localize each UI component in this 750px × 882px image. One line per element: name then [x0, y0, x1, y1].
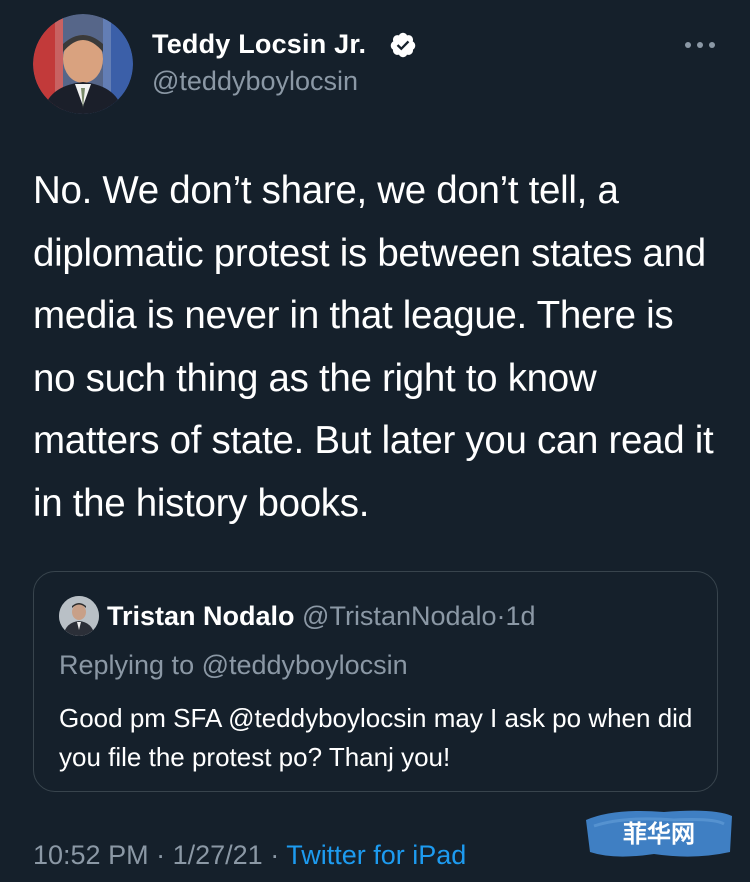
svg-text:菲华网: 菲华网	[623, 820, 695, 848]
quoted-tweet[interactable]: Tristan Nodalo @TristanNodalo·1d Replyin…	[33, 571, 718, 792]
meta-separator: ·	[496, 601, 506, 631]
footer-separator: ·	[156, 840, 166, 870]
quoted-tweet-age: 1d	[505, 601, 536, 631]
tweet-text: No. We don’t share, we don’t tell, a dip…	[33, 169, 714, 525]
watermark-logo: 菲华网	[586, 810, 732, 857]
tweet-date[interactable]: 1/27/21	[173, 840, 263, 870]
tweet-card: Teddy Locsin Jr. @teddyboylocsin No. We …	[0, 0, 750, 882]
quoted-tweet-text: Good pm SFA @teddyboylocsin may I ask po…	[59, 703, 693, 772]
quoted-author-name[interactable]: Tristan Nodalo	[107, 601, 295, 631]
tweet-footer: 10:52 PM · 1/27/21 · Twitter for iPad	[33, 840, 466, 871]
author-avatar[interactable]	[33, 14, 133, 114]
author-name[interactable]: Teddy Locsin Jr.	[152, 29, 366, 60]
quoted-author-avatar[interactable]	[59, 596, 99, 636]
quoted-tweet-meta: Tristan Nodalo @TristanNodalo·1d	[107, 601, 536, 632]
footer-separator: ·	[270, 840, 280, 870]
replying-to[interactable]: Replying to @teddyboylocsin	[59, 650, 408, 681]
tweet-source-link[interactable]: Twitter for iPad	[286, 840, 466, 870]
author-handle[interactable]: @teddyboylocsin	[152, 66, 358, 97]
tweet-time[interactable]: 10:52 PM	[33, 840, 149, 870]
quoted-author-handle[interactable]: @TristanNodalo	[302, 601, 496, 631]
more-options-icon[interactable]	[684, 38, 716, 52]
verified-badge-icon	[390, 32, 416, 58]
